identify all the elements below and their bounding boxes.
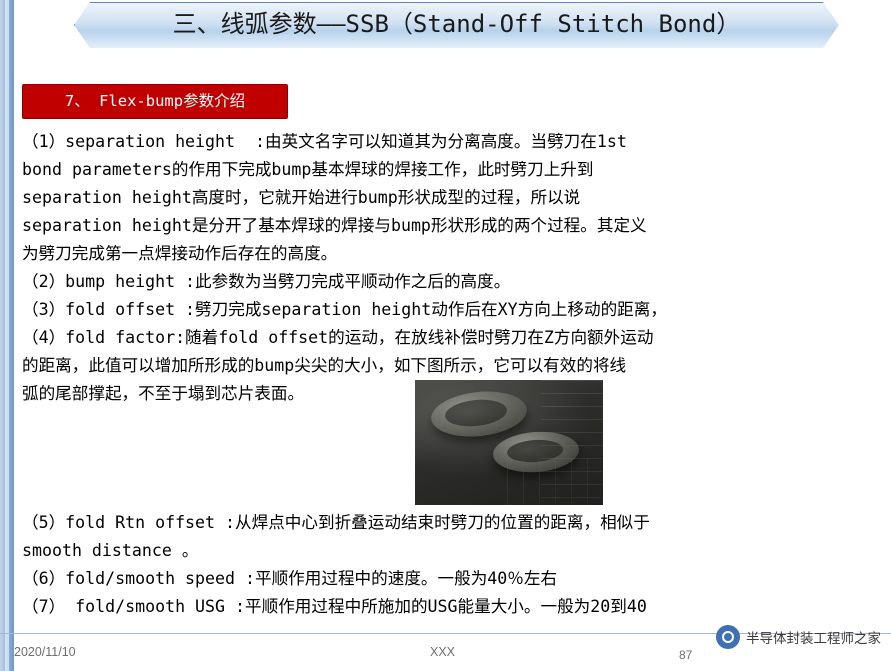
section-heading-label: 7、 Flex-bump参数介绍	[64, 92, 246, 110]
watermark-label: 半导体封装工程师之家	[746, 631, 881, 646]
footer-center-text: XXX	[430, 645, 456, 659]
body-paragraph-group-1: （1）separation height :由英文名字可以知道其为分离高度。当劈…	[22, 132, 667, 403]
footer-page-number: 87	[679, 648, 693, 662]
footer-date: 2020/11/10	[14, 645, 76, 659]
watermark-logo-icon	[716, 625, 740, 649]
section-heading-box: 7、 Flex-bump参数介绍	[22, 84, 288, 119]
slide-title-banner: 三、线弧参数——SSB（Stand-Off Stitch Bond）	[74, 2, 839, 48]
sem-micrograph-image	[415, 380, 603, 505]
sem-shading-overlay	[415, 380, 603, 505]
left-decorative-bar	[0, 0, 14, 671]
page-title: 三、线弧参数——SSB（Stand-Off Stitch Bond）	[172, 10, 741, 38]
body-paragraph-group-2: （5）fold Rtn offset :从焊点中心到折叠运动结束时劈刀的位置的距…	[22, 513, 650, 616]
left-bar-highlight	[5, 0, 9, 671]
watermark: 半导体封装工程师之家	[716, 625, 881, 649]
